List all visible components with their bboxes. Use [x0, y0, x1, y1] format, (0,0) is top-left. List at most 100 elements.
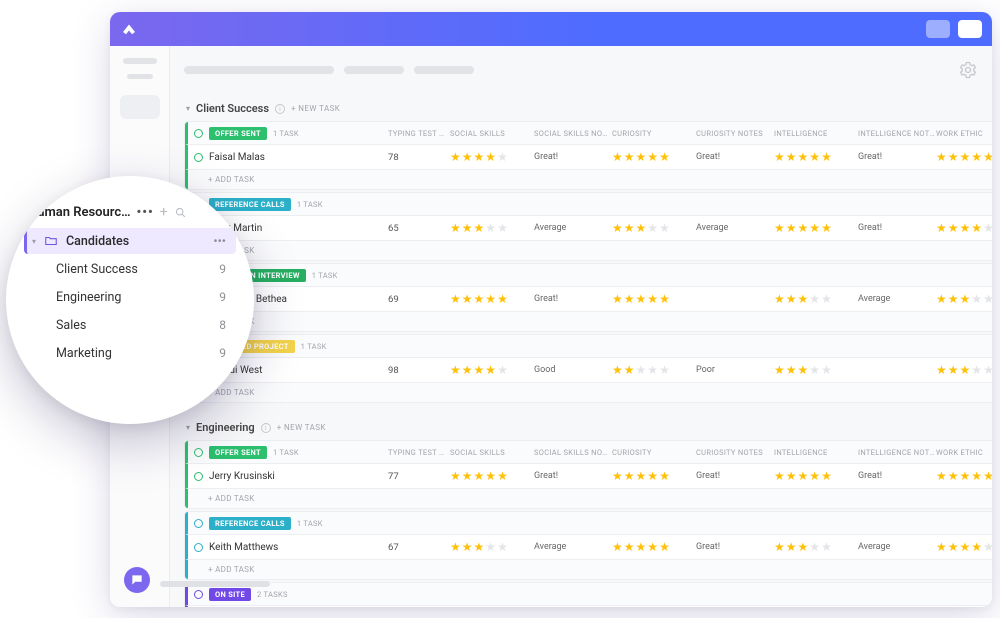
star-rating: ★★★★★	[774, 541, 858, 553]
star-icon: ★	[798, 293, 809, 305]
info-icon[interactable]: i	[261, 423, 271, 433]
star-icon: ★	[821, 470, 832, 482]
table-row[interactable]: Scott Snider 76 ★★★★★ Average ★★★★★ Good…	[185, 605, 992, 607]
sidebar-item-candidates[interactable]: ▾ Candidates •••	[24, 228, 236, 254]
status-task-count: 1 TASK	[273, 448, 299, 457]
col-social-notes: SOCIAL SKILLS NOTES	[534, 448, 612, 457]
star-rating: ★★★★★	[774, 293, 858, 305]
star-icon: ★	[936, 151, 947, 163]
star-icon: ★	[450, 541, 461, 553]
status-chip[interactable]: REFERENCE CALLS	[209, 198, 291, 211]
cell-curiosity-note: Great!	[696, 152, 774, 162]
info-icon[interactable]: i	[275, 104, 285, 114]
status-group: RECEIVED PROJECT 1 TASK Brandi West 98 ★…	[184, 334, 992, 403]
star-rating: ★★★★★	[450, 541, 534, 553]
expand-icon[interactable]	[194, 129, 203, 138]
star-icon: ★	[948, 470, 959, 482]
star-icon: ★	[474, 470, 485, 482]
status-chip[interactable]: ON SITE	[209, 588, 251, 601]
star-icon: ★	[474, 222, 485, 234]
star-icon: ★	[474, 364, 485, 376]
topbar-slot[interactable]	[926, 20, 950, 38]
status-chip[interactable]: OFFER SENT	[209, 446, 267, 459]
star-icon: ★	[948, 541, 959, 553]
table-row[interactable]: Zack Martin 65 ★★★★★ Average ★★★★★ Avera…	[185, 215, 992, 240]
star-icon: ★	[971, 364, 982, 376]
add-task-button[interactable]: + ADD TASK	[185, 240, 992, 260]
sidebar-item-count: 8	[219, 318, 226, 332]
add-task-button[interactable]: + ADD TASK	[185, 488, 992, 508]
star-icon: ★	[786, 470, 797, 482]
sidebar-item-sales[interactable]: Sales 8	[24, 312, 236, 338]
topbar	[110, 12, 992, 46]
sidebar-search-placeholder[interactable]	[120, 95, 160, 119]
topbar-slot[interactable]	[958, 20, 982, 38]
sidebar-item-label: Sales	[56, 318, 86, 333]
expand-icon[interactable]	[194, 590, 203, 599]
star-icon: ★	[497, 222, 508, 234]
star-icon: ★	[497, 151, 508, 163]
new-task-button[interactable]: + NEW TASK	[277, 423, 326, 432]
add-task-button[interactable]: + ADD TASK	[185, 559, 992, 579]
candidate-name: Jerry Krusinski	[209, 471, 275, 482]
star-icon: ★	[821, 151, 832, 163]
star-icon: ★	[612, 470, 623, 482]
star-icon: ★	[485, 470, 496, 482]
chevron-down-icon[interactable]: ▾	[186, 423, 190, 432]
star-icon: ★	[659, 293, 670, 305]
sidebar-placeholder	[123, 58, 157, 64]
star-icon: ★	[936, 541, 947, 553]
star-rating: ★★★★★	[450, 293, 534, 305]
star-icon: ★	[485, 151, 496, 163]
cell-social-note: Good	[534, 365, 612, 375]
gear-icon[interactable]	[958, 60, 978, 80]
table-row[interactable]: Faisal Malas 78 ★★★★★ Great! ★★★★★ Great…	[185, 144, 992, 169]
expand-icon[interactable]	[194, 448, 203, 457]
expand-icon[interactable]	[194, 519, 203, 528]
star-icon: ★	[809, 541, 820, 553]
more-icon[interactable]: •••	[137, 205, 154, 220]
col-curiosity: CURIOSITY	[612, 129, 696, 138]
add-icon[interactable]: +	[160, 204, 168, 220]
add-task-button[interactable]: + ADD TASK	[185, 169, 992, 189]
add-task-button[interactable]: + ADD TASK	[185, 311, 992, 331]
star-icon: ★	[462, 222, 473, 234]
sidebar-magnifier: Human Resourc… ••• + ▾ Candidates ••• Cl…	[6, 176, 254, 424]
star-icon: ★	[983, 222, 992, 234]
star-rating: ★★★★★	[450, 470, 534, 482]
star-icon: ★	[659, 364, 670, 376]
col-social-notes: SOCIAL SKILLS NOTES	[534, 129, 612, 138]
table-row[interactable]: Brandi West 98 ★★★★★ Good ★★★★★ Poor ★★★…	[185, 357, 992, 382]
star-rating: ★★★★★	[936, 470, 992, 482]
sidebar-item-marketing[interactable]: Marketing 9	[24, 340, 236, 366]
chat-fab-icon[interactable]	[124, 567, 150, 593]
star-icon: ★	[960, 364, 971, 376]
status-chip[interactable]: OFFER SENT	[209, 127, 267, 140]
chevron-down-icon[interactable]: ▾	[186, 104, 190, 113]
sidebar-item-engineering[interactable]: Engineering 9	[24, 284, 236, 310]
star-icon: ★	[624, 541, 635, 553]
star-icon: ★	[983, 364, 992, 376]
star-icon: ★	[948, 293, 959, 305]
star-icon: ★	[821, 364, 832, 376]
add-task-button[interactable]: + ADD TASK	[185, 382, 992, 402]
star-icon: ★	[450, 470, 461, 482]
sidebar-item-client-success[interactable]: Client Success 9	[24, 256, 236, 282]
table-row[interactable]: Keith Matthews 67 ★★★★★ Average ★★★★★ Gr…	[185, 534, 992, 559]
status-chip[interactable]: REFERENCE CALLS	[209, 517, 291, 530]
col-social: SOCIAL SKILLS	[450, 129, 534, 138]
star-icon: ★	[786, 541, 797, 553]
new-task-button[interactable]: + NEW TASK	[291, 104, 340, 113]
table-row[interactable]: Jerry Krusinski 77 ★★★★★ Great! ★★★★★ Gr…	[185, 463, 992, 488]
more-icon[interactable]: •••	[213, 234, 226, 248]
table-row[interactable]: Alexandra Bethea 69 ★★★★★ Great! ★★★★★ ★…	[185, 286, 992, 311]
status-task-count: 1 TASK	[273, 129, 299, 138]
star-icon: ★	[936, 293, 947, 305]
search-icon[interactable]	[174, 206, 187, 219]
sidebar-item-label: Marketing	[56, 346, 112, 361]
star-icon: ★	[983, 151, 992, 163]
star-rating: ★★★★★	[612, 151, 696, 163]
star-rating: ★★★★★	[612, 222, 696, 234]
bottom-bar-placeholder	[160, 581, 270, 587]
star-icon: ★	[462, 541, 473, 553]
